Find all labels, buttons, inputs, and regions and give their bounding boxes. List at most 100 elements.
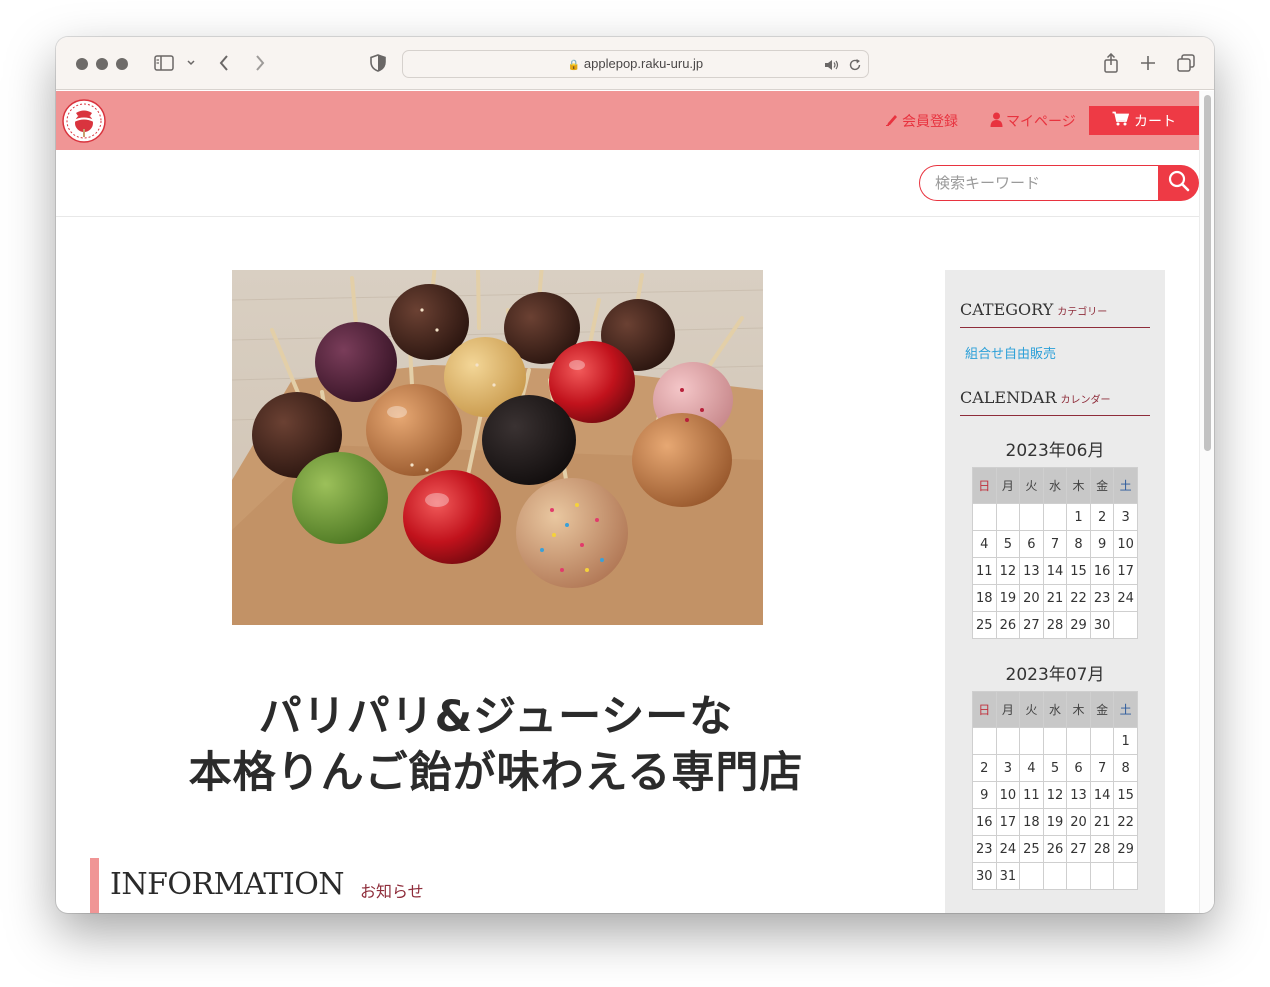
calendar-day: 13 xyxy=(1066,781,1091,809)
page-scrollbar[interactable] xyxy=(1199,91,1214,913)
calendar-day: 22 xyxy=(1066,584,1091,612)
back-arrow-icon[interactable] xyxy=(214,51,234,75)
calendar-day xyxy=(1042,862,1068,890)
calendar-day: 10 xyxy=(1113,530,1138,558)
new-tab-plus-icon[interactable] xyxy=(1137,51,1159,75)
calendar-day: 24 xyxy=(995,835,1021,863)
mypage-link[interactable]: マイページ xyxy=(990,111,1076,131)
share-icon[interactable] xyxy=(1100,51,1122,75)
calendar-day: 5 xyxy=(1042,754,1068,782)
reload-icon[interactable] xyxy=(848,57,862,76)
calendar-day: 17 xyxy=(1113,557,1138,585)
calendar-caption-june: 2023年06月 xyxy=(1005,441,1105,461)
calendar-day: 20 xyxy=(1066,808,1091,836)
hero-image-candy-apples xyxy=(232,270,763,625)
calendar-weekday: 土 xyxy=(1113,691,1138,728)
zoom-window-button[interactable] xyxy=(116,58,128,70)
calendar-day: 6 xyxy=(1019,530,1044,558)
search-bar xyxy=(56,150,1199,217)
calendar-day: 9 xyxy=(1089,530,1115,558)
sidebar: CATEGORY カテゴリー 組合せ自由販売 CALENDAR カレンダー 2023… xyxy=(945,270,1165,913)
tab-overview-icon[interactable] xyxy=(1175,51,1197,75)
calendar-day xyxy=(995,727,1021,755)
speaker-icon[interactable] xyxy=(824,57,840,76)
catch-copy-line1: パリパリ&ジューシーな xyxy=(258,692,734,742)
calendar-day xyxy=(1042,503,1068,531)
calendar-day: 29 xyxy=(1066,611,1091,639)
calendar-day: 18 xyxy=(972,584,997,612)
shield-icon[interactable] xyxy=(368,51,388,75)
cart-button[interactable]: カート xyxy=(1089,106,1199,135)
calendar-week-row: 1 xyxy=(972,727,1138,755)
calendar-june: 日月火水木金土 1 2 3 4 5 6 7 8 9 10 11 12 13 14 15 16 17 18 19 20 21… xyxy=(972,467,1138,639)
calendar-day xyxy=(1066,727,1091,755)
search-icon xyxy=(1168,170,1190,196)
calendar-day: 23 xyxy=(972,835,997,863)
calendar-day xyxy=(1019,862,1044,890)
browser-toolbar: 🔒 applepop.raku-uru.jp xyxy=(56,37,1214,90)
calendar-day: 5 xyxy=(995,530,1021,558)
calendar-day: 9 xyxy=(972,781,997,809)
calendar-caption-july: 2023年07月 xyxy=(1005,665,1105,685)
calendar-day: 19 xyxy=(995,584,1021,612)
calendar-week-row: 9 10 11 12 13 14 15 xyxy=(972,781,1138,809)
calendar-weekday: 土 xyxy=(1113,467,1138,504)
chevron-down-icon[interactable] xyxy=(184,51,198,75)
lock-icon: 🔒 xyxy=(567,60,581,71)
calendar-day: 3 xyxy=(995,754,1021,782)
calendar-day: 2 xyxy=(972,754,997,782)
calendar-weekday: 木 xyxy=(1066,691,1091,728)
forward-arrow-icon[interactable] xyxy=(250,51,270,75)
calendar-day: 30 xyxy=(1089,611,1115,639)
register-link[interactable]: 会員登録 xyxy=(885,111,958,131)
information-heading: INFORMATION お知らせ xyxy=(90,858,424,913)
calendar-day: 1 xyxy=(1066,503,1091,531)
calendar-day: 18 xyxy=(1019,808,1044,836)
calendar-day: 28 xyxy=(1089,835,1115,863)
calendar-day: 10 xyxy=(995,781,1021,809)
calendar-weekday: 水 xyxy=(1042,467,1068,504)
search-button[interactable] xyxy=(1158,165,1199,201)
calendar-day xyxy=(1113,862,1138,890)
calendar-heading: CALENDAR カレンダー xyxy=(960,388,1150,416)
calendar-day: 4 xyxy=(1019,754,1044,782)
category-link-combination[interactable]: 組合せ自由販売 xyxy=(965,343,1056,362)
calendar-week-row: 4 5 6 7 8 9 10 xyxy=(972,530,1138,558)
apple-pop-logo[interactable] xyxy=(62,99,106,143)
calendar-day xyxy=(1089,862,1115,890)
calendar-july: 日月火水木金土 1 2 3 4 5 6 7 8 9 10 11 12 13 14 15 16 17 18 19 20 21… xyxy=(972,691,1138,890)
calendar-day: 2 xyxy=(1089,503,1115,531)
scrollbar-thumb[interactable] xyxy=(1204,95,1211,451)
calendar-day: 27 xyxy=(1019,611,1044,639)
search-input[interactable] xyxy=(919,165,1159,201)
calendar-week-row: 11 12 13 14 15 16 17 xyxy=(972,557,1138,585)
information-subtitle: お知らせ xyxy=(360,882,424,901)
calendar-day xyxy=(1089,727,1115,755)
calendar-day: 29 xyxy=(1113,835,1138,863)
calendar-day: 25 xyxy=(972,611,997,639)
calendar-day: 26 xyxy=(1042,835,1068,863)
calendar-day xyxy=(1113,611,1138,639)
calendar-day: 31 xyxy=(995,862,1021,890)
catch-copy-line2: 本格りんご飴が味わえる専門店 xyxy=(188,748,804,798)
address-bar[interactable]: 🔒 applepop.raku-uru.jp xyxy=(402,50,869,78)
close-window-button[interactable] xyxy=(76,58,88,70)
calendar-day: 12 xyxy=(1042,781,1068,809)
calendar-day: 7 xyxy=(1089,754,1115,782)
calendar-weekday: 金 xyxy=(1089,691,1115,728)
calendar-day: 13 xyxy=(1019,557,1044,585)
calendar-day: 8 xyxy=(1113,754,1138,782)
calendar-week-row: 18 19 20 21 22 23 24 xyxy=(972,584,1138,612)
calendar-day xyxy=(1042,727,1068,755)
calendar-day: 15 xyxy=(1113,781,1138,809)
calendar-weekday: 火 xyxy=(1019,467,1044,504)
user-icon xyxy=(990,112,1003,131)
calendar-day xyxy=(1019,727,1044,755)
sidebar-toggle-icon[interactable] xyxy=(152,51,176,75)
calendar-weekday: 月 xyxy=(995,467,1021,504)
url-text: 🔒 applepop.raku-uru.jp xyxy=(567,56,704,71)
calendar-day: 23 xyxy=(1089,584,1115,612)
minimize-window-button[interactable] xyxy=(96,58,108,70)
calendar-weekday: 日 xyxy=(972,691,997,728)
calendar-day: 26 xyxy=(995,611,1021,639)
